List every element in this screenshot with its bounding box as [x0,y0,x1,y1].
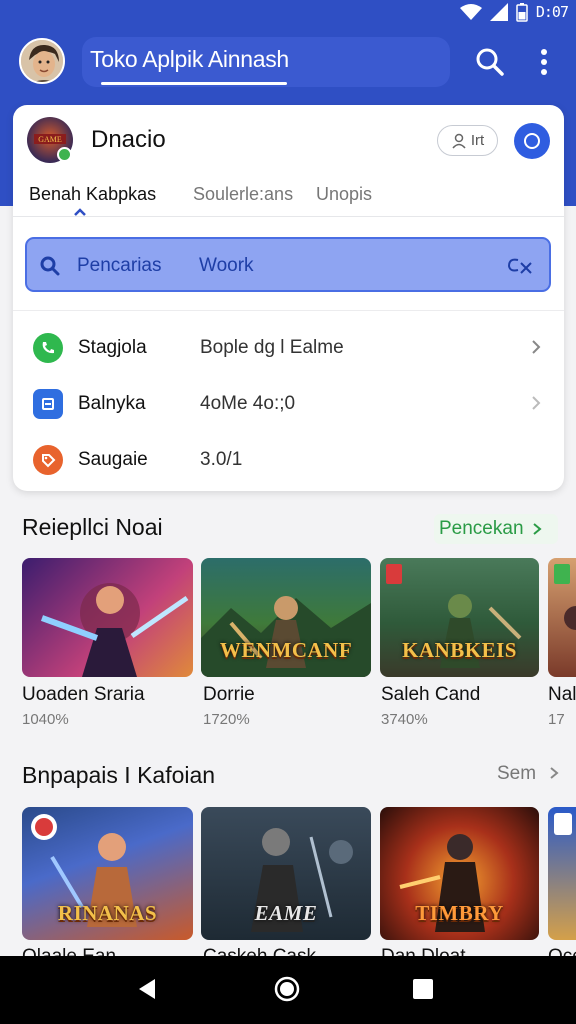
chevron-right-icon [532,523,542,535]
row-value-balnyka: 4oMe 4o:;0 [200,393,296,414]
search-placeholder: Pencarias [77,255,162,276]
game-tile-image[interactable] [22,558,193,677]
chevron-right-icon[interactable] [530,339,542,355]
game-caption: WENMCANF [219,638,353,662]
user-pill-button[interactable]: Irt [437,125,498,156]
section2-link-label: Sem [497,763,537,784]
svg-text:GAME: GAME [38,135,62,144]
battery-icon [516,2,528,22]
person-icon [452,133,466,149]
section2-title: Bnpapais I Kafoian [22,762,216,788]
home-icon[interactable] [273,975,301,1003]
ring-icon [524,133,540,149]
back-icon[interactable] [135,975,163,1003]
game-caption: TIMBRY [415,901,504,925]
row-label-balnyka: Balnyka [78,393,146,414]
tab-soulerleans[interactable]: Soulerle:ans [193,184,293,205]
card-app-name: Dnacio [91,126,166,153]
game-tile-image[interactable] [548,558,576,677]
recents-icon[interactable] [409,975,437,1003]
game-meta: 1720% [203,711,250,728]
row-value-saugaie: 3.0/1 [200,449,243,470]
game-meta: 3740% [381,711,428,728]
tabs-divider [13,216,564,217]
game-tile-image[interactable]: KANBKEIS [380,558,539,677]
game-name[interactable]: Uoaden Sraria [22,684,145,706]
game-meta: 17 [548,711,565,728]
title-underline [101,82,287,85]
tab-benah[interactable]: Benah Kabpkas [29,184,156,205]
game-name[interactable]: Nal [548,684,576,706]
circle-action-button[interactable] [514,123,550,159]
game-caption: EAME [254,901,318,925]
chevron-right-icon [550,767,559,779]
game-tile-image[interactable] [548,807,576,940]
clear-icon[interactable] [506,254,534,278]
section1-link-label: Pencekan [439,518,524,539]
row-label-saugaie: Saugaie [78,449,148,470]
section1-see-more-link[interactable]: Pencekan [434,514,558,544]
game-meta: 1040% [22,711,69,728]
game-tile-image[interactable]: EAME [201,807,371,940]
game-tile-image[interactable]: TIMBRY [380,807,539,940]
tab-unopis[interactable]: Unopis [316,184,372,205]
app-card [13,105,564,491]
phone-icon [33,333,63,363]
game-caption: RINANAS [57,901,158,925]
section1-title: Reiepllci Noai [22,514,163,540]
avatar[interactable] [19,38,65,84]
search-value: Woork [199,255,254,276]
status-bar: D:07 [0,0,576,24]
game-caption: KANBKEIS [402,638,517,662]
game-name[interactable]: Dorrie [203,684,255,706]
signal-icon [489,3,508,21]
user-pill-label: Irt [470,132,485,149]
game-tile-image[interactable]: WENMCANF [201,558,371,677]
tab-indicator-icon [74,208,86,216]
more-vert-icon[interactable] [532,46,556,78]
verified-badge-icon [57,147,72,162]
square-icon [33,389,63,419]
chevron-right-icon[interactable] [530,395,542,411]
row-label-stagjola: Stagjola [78,337,147,358]
search-icon[interactable] [474,46,506,78]
section2-see-more-link[interactable]: Sem [497,763,561,785]
game-name[interactable]: Saleh Cand [381,684,480,706]
search-icon [40,256,60,276]
app-title: Toko Aplpik Ainnash [90,46,289,72]
wifi-icon [459,4,482,20]
card-divider [13,310,564,311]
tag-icon [33,445,63,475]
game-tile-image[interactable]: RINANAS [22,807,193,940]
status-time: D:07 [535,3,569,21]
row-value-stagjola: Bople dg l Ealme [200,337,344,358]
